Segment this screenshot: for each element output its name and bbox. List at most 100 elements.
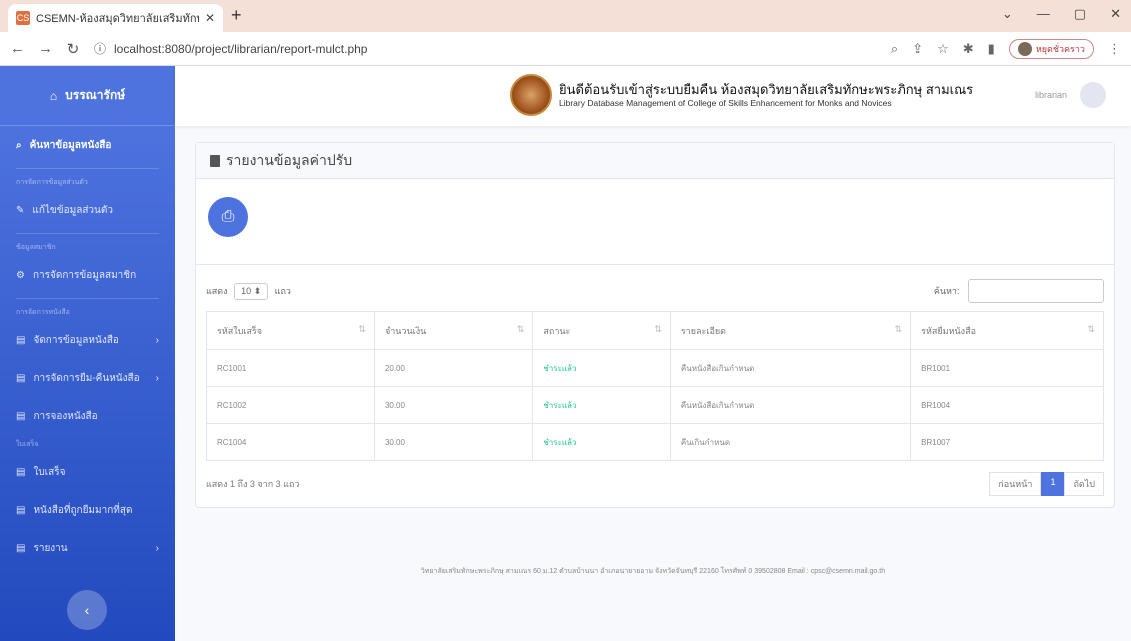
sidebar-item-borrow-return[interactable]: ▤ การจัดการยืม-คืนหนังสือ › [0, 359, 175, 397]
sidebar-item-receipt[interactable]: ▤ ใบเสร็จ [0, 453, 175, 491]
next-button[interactable]: ถัดไป [1064, 472, 1104, 496]
sidebar-item-members[interactable]: ⚙ การจัดการข้อมูลสมาชิก [0, 256, 175, 294]
table-header-row: รหัสใบเสร็จ ⇅ จำนวนเงิน ⇅ สถานะ ⇅ รายละเอีย… [206, 311, 1104, 350]
reload-icon[interactable]: ↻ [66, 40, 80, 58]
table-cell: RC1004 [206, 423, 375, 461]
page-length-select[interactable]: 10 ⬍ [234, 282, 269, 300]
sidebar-heading: การจัดการข้อมูลส่วนตัว [16, 178, 88, 186]
system-subtitle: Library Database Management of College o… [559, 98, 892, 108]
sidebar-item-label: ใบเสร็จ [33, 466, 66, 478]
sort-icon: ⇅ [894, 324, 903, 334]
print-row: ⎙ [196, 179, 1114, 265]
sidebar-item-reports[interactable]: ▤ รายงาน › [0, 529, 175, 567]
star-icon[interactable]: ☆ [937, 41, 949, 57]
column-label: รายละเอียด [680, 325, 726, 336]
report-icon: ▤ [16, 542, 26, 554]
sidebar-toggle-button[interactable]: ‹ [67, 590, 107, 630]
sidebar-item-books[interactable]: ▤ จัดการข้อมูลหนังสือ › [0, 321, 175, 359]
table-info: แสดง 1 ถึง 3 จาก 3 แถว [206, 479, 300, 489]
sort-icon: ⇅ [358, 324, 366, 334]
close-window-icon[interactable]: ✕ [1110, 6, 1121, 22]
chevron-right-icon: › [155, 372, 159, 384]
table-cell: BR1001 [910, 349, 1104, 387]
print-button[interactable]: ⎙ [208, 197, 248, 237]
status-cell: ชำระแล้ว [532, 386, 671, 424]
column-label: สถานะ [543, 325, 571, 336]
length-control: แสดง 10 ⬍ แถว [206, 282, 291, 300]
table-cell: BR1004 [910, 386, 1104, 424]
divider [16, 298, 159, 299]
address-bar: ← → ↻ ⓘ localhost:8080/project/librarian… [0, 32, 1131, 66]
column-label: จำนวนเงิน [384, 325, 427, 336]
chevron-down-icon[interactable]: ⌄ [1002, 6, 1013, 22]
tab-title: CSEMN-ห้องสมุดวิทยาลัยเสริมทักษะ [36, 13, 199, 25]
show-label: แสดง [206, 285, 228, 296]
avatar [1017, 41, 1032, 56]
extensions-icon[interactable]: ✱ [963, 41, 974, 57]
browser-tab[interactable]: CS CSEMN-ห้องสมุดวิทยาลัยเสริมทักษะ ✕ [8, 4, 223, 32]
sidebar-brand[interactable]: ⌂ บรรณารักษ์ [0, 66, 175, 126]
sidebar-item-label: แก้ไขข้อมูลส่วนตัว [32, 204, 113, 216]
url-field[interactable]: ⓘ localhost:8080/project/librarian/repor… [94, 36, 877, 62]
table-cell: คืนเกินกำหนด [669, 423, 912, 461]
zoom-icon[interactable]: ⌕ [891, 41, 898, 57]
status-cell: ชำระแล้ว [532, 423, 671, 461]
print-icon: ⎙ [221, 208, 235, 225]
pagination: ก่อนหน้า 1 ถัดไป [989, 472, 1104, 496]
column-header[interactable]: รหัสยืมหนังสือ ⇅ [910, 311, 1104, 350]
column-header[interactable]: จำนวนเงิน ⇅ [373, 311, 534, 350]
sidebar-item-label: รายงาน [33, 542, 68, 554]
page-button[interactable]: 1 [1041, 472, 1065, 496]
close-icon[interactable]: ✕ [205, 11, 215, 25]
table-cell: BR1007 [910, 423, 1104, 461]
document-icon [210, 154, 220, 167]
sidebar-item-label: ค้นหาข้อมูลหนังสือ [29, 139, 112, 151]
prev-button[interactable]: ก่อนหน้า [989, 472, 1042, 496]
table-row: RC1002 30.00 ชำระแล้ว คืนหนังสือเกินกำหน… [206, 386, 1104, 424]
back-icon[interactable]: ← [10, 40, 25, 57]
table-cell: 30.00 [373, 423, 534, 461]
sidebar-item-reserve[interactable]: ▤ การจองหนังสือ [0, 397, 175, 435]
profile-button[interactable]: หยุดชั่วคราว [1008, 38, 1094, 59]
sidepanel-icon[interactable]: ▮ [988, 41, 995, 57]
menu-icon[interactable]: ⋮ [1108, 41, 1121, 57]
sidebar-item-search[interactable]: ⌕ ค้นหาข้อมูลหนังสือ [0, 126, 175, 164]
sidebar-heading: ข้อมูลสมาชิก [16, 243, 56, 251]
topbar: ยินดีต้อนรับเข้าสู่ระบบยืมคืน ห้องสมุดวิ… [175, 66, 1131, 126]
sidebar-heading: การจัดการหนังสือ [16, 308, 70, 316]
info-icon[interactable]: ⓘ [94, 40, 106, 57]
table-row: RC1004 30.00 ชำระแล้ว คืนเกินกำหนด BR100… [206, 423, 1104, 461]
column-header[interactable]: สถานะ ⇅ [532, 311, 671, 350]
report-card: รายงานข้อมูลค่าปรับ ⎙ แสดง 10 ⬍ แถว ค้นห… [195, 142, 1115, 508]
divider [16, 233, 159, 234]
sort-icon: ⇅ [654, 324, 662, 334]
rows-label: แถว [274, 285, 291, 296]
column-header[interactable]: รหัสใบเสร็จ ⇅ [206, 311, 375, 350]
table-row: RC1001 20.00 ชำระแล้ว คืนหนังสือเกินกำหน… [206, 349, 1104, 387]
minimize-icon[interactable]: — [1037, 6, 1050, 22]
gear-icon: ⚙ [16, 269, 25, 281]
sidebar-item-label: จัดการข้อมูลหนังสือ [33, 334, 119, 346]
chevron-right-icon: › [155, 542, 159, 554]
edit-icon: ✎ [16, 204, 25, 216]
avatar[interactable] [1080, 82, 1106, 108]
table-area: แสดง 10 ⬍ แถว ค้นหา: รหัสใบเสร็จ ⇅ จำนวนเ… [196, 265, 1114, 507]
profile-label: หยุดชั่วคราว [1035, 43, 1085, 54]
search-input[interactable] [968, 279, 1104, 303]
maximize-icon[interactable]: ▢ [1074, 6, 1086, 22]
share-icon[interactable]: ⇪ [912, 41, 923, 57]
new-tab-icon[interactable]: + [231, 5, 242, 26]
page-title: รายงานข้อมูลค่าปรับ [226, 151, 353, 168]
sidebar-heading: ใบเสร็จ [16, 440, 39, 448]
table-cell: คืนหนังสือเกินกำหนด [669, 349, 912, 387]
url-text: localhost:8080/project/librarian/report-… [114, 41, 368, 56]
forward-icon[interactable]: → [38, 40, 53, 57]
sidebar-item-profile[interactable]: ✎ แก้ไขข้อมูลส่วนตัว [0, 191, 175, 229]
table-cell: RC1002 [206, 386, 375, 424]
sidebar-item-label: การจองหนังสือ [33, 410, 98, 422]
sidebar-item-most-borrowed[interactable]: ▤ หนังสือที่ถูกยืมมากที่สุด [0, 491, 175, 529]
sidebar-item-label: หนังสือที่ถูกยืมมากที่สุด [33, 504, 133, 516]
column-header[interactable]: รายละเอียด ⇅ [669, 311, 912, 350]
favicon-icon: CS [16, 11, 30, 25]
user-name[interactable]: librarian [1035, 90, 1067, 100]
